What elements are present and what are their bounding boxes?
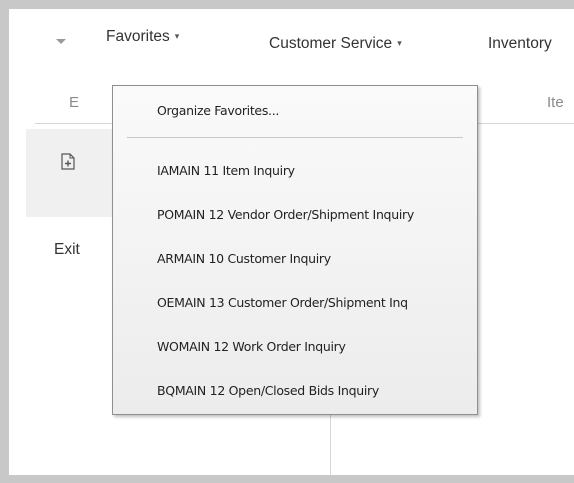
favorite-item-oemain[interactable]: OEMAIN 13 Customer Order/Shipment Inq	[157, 295, 408, 310]
exit-button[interactable]: Exit	[54, 241, 80, 259]
menu-inventory-label: Inventory	[488, 35, 552, 52]
new-action-tile[interactable]	[26, 129, 126, 217]
app-window: Favorites ▾ Customer Service ▾ Inventory E…	[9, 9, 574, 475]
subnav-item-ite[interactable]: Ite	[547, 94, 564, 111]
favorite-item-womain[interactable]: WOMAIN 12 Work Order Inquiry	[157, 339, 346, 354]
menu-bar: Favorites ▾ Customer Service ▾ Inventory	[9, 9, 574, 87]
menu-customer-service-label: Customer Service	[269, 35, 393, 52]
favorite-item-iamain[interactable]: IAMAIN 11 Item Inquiry	[157, 163, 295, 178]
chevron-down-icon: ▾	[174, 31, 180, 41]
menu-favorites[interactable]: Favorites ▾	[106, 28, 179, 46]
nav-dropdown-arrow-icon[interactable]	[56, 39, 66, 44]
menu-favorites-label: Favorites	[106, 28, 170, 45]
menu-inventory[interactable]: Inventory	[488, 35, 552, 53]
favorite-item-pomain[interactable]: POMAIN 12 Vendor Order/Shipment Inquiry	[157, 207, 414, 222]
favorite-item-bqmain[interactable]: BQMAIN 12 Open/Closed Bids Inquiry	[157, 383, 379, 398]
menu-separator	[127, 137, 463, 138]
new-document-icon[interactable]	[61, 153, 75, 170]
chevron-down-icon: ▾	[397, 38, 402, 48]
favorite-item-armain[interactable]: ARMAIN 10 Customer Inquiry	[157, 251, 331, 266]
menu-customer-service[interactable]: Customer Service ▾	[269, 35, 402, 53]
organize-favorites-item[interactable]: Organize Favorites...	[157, 103, 279, 118]
subnav-item-e[interactable]: E	[69, 94, 79, 111]
favorites-dropdown-menu: Organize Favorites... IAMAIN 11 Item Inq…	[112, 85, 478, 415]
